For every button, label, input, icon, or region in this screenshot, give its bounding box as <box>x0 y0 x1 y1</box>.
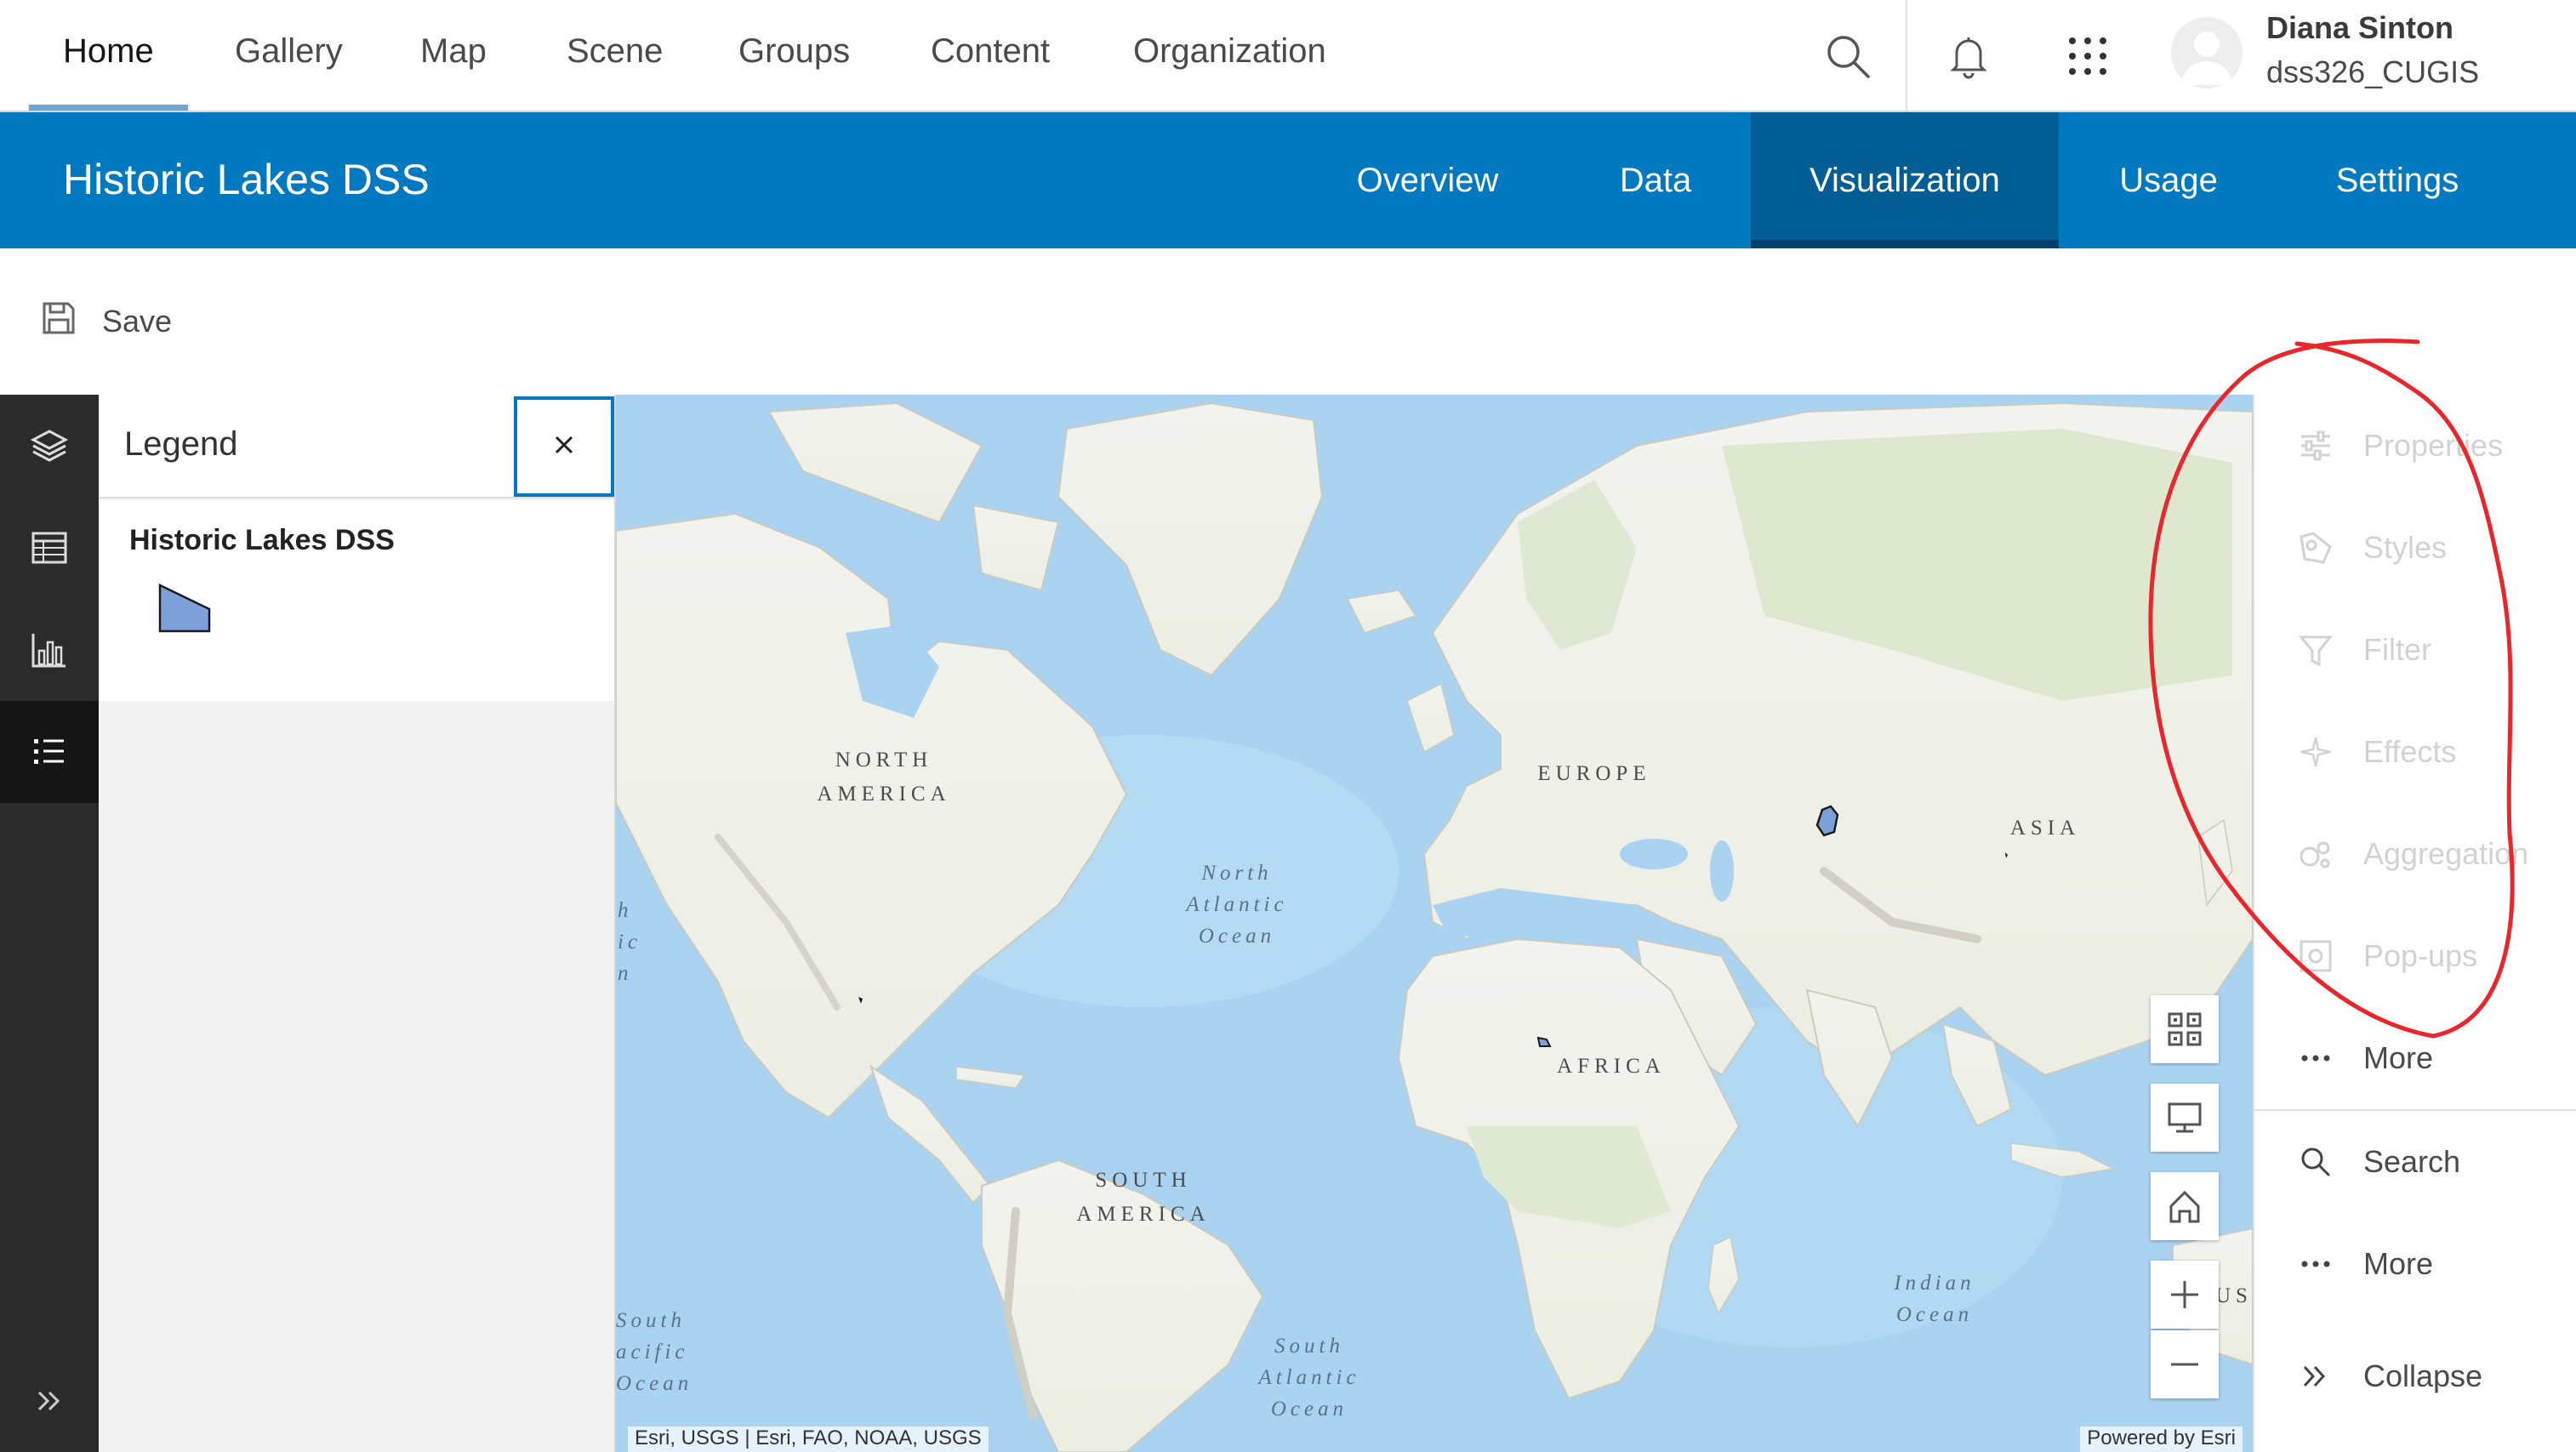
zoom-in-icon[interactable] <box>2151 1261 2219 1329</box>
filter-button[interactable]: Filter <box>2254 599 2576 701</box>
action-bar <box>0 395 99 1452</box>
search-button[interactable]: Search <box>2254 1111 2576 1213</box>
monitor-icon[interactable] <box>2151 1084 2219 1152</box>
effects-button[interactable]: Effects <box>2254 701 2576 803</box>
map-attribution: Esri, USGS | Esri, FAO, NOAA, USGS <box>628 1426 989 1452</box>
apps-grid-icon[interactable] <box>2049 17 2127 95</box>
legend-title: Legend <box>124 425 238 463</box>
filter-label: Filter <box>2363 632 2431 667</box>
aggregation-icon <box>2290 836 2341 872</box>
save-icon <box>41 300 77 344</box>
item-title: Historic Lakes DSS <box>63 156 430 203</box>
legend-content: Historic Lakes DSS <box>99 500 614 701</box>
double-chevron-right-icon <box>2290 1358 2341 1394</box>
tab-settings[interactable]: Settings <box>2314 112 2481 248</box>
legend-panel: Legend Historic Lakes DSS <box>99 395 616 1452</box>
settings-panel: Properties Styles Filter Effects Aggrega… <box>2253 395 2576 1452</box>
label-asia: ASIA <box>2009 817 2081 840</box>
label-north-america: NORTH AMERICA <box>817 749 951 806</box>
legend-list-icon[interactable] <box>0 701 99 803</box>
close-button[interactable] <box>514 396 614 497</box>
toolbar: Save <box>0 248 2576 395</box>
collapse-button[interactable]: Collapse <box>2254 1325 2576 1427</box>
popups-label: Pop-ups <box>2363 938 2478 973</box>
tab-overview[interactable]: Overview <box>1327 112 1528 248</box>
ellipsis-icon <box>2290 1246 2341 1282</box>
sparkle-icon <box>2290 734 2341 770</box>
label-australia-partial: US <box>2215 1284 2253 1307</box>
ellipsis-icon <box>2290 1040 2341 1076</box>
qr-grid-icon[interactable] <box>2151 995 2219 1063</box>
nav-content[interactable]: Content <box>931 0 1050 111</box>
label-africa: AFRICA <box>1557 1055 1666 1078</box>
search-icon[interactable] <box>1809 17 1887 95</box>
search-label: Search <box>2363 1144 2461 1179</box>
label-south-pacific-partial: South acific Ocean <box>616 1309 693 1395</box>
close-icon <box>553 434 575 460</box>
polygon-symbol-icon <box>157 582 213 639</box>
nav-separator <box>1906 0 1907 111</box>
avatar[interactable] <box>2171 17 2243 88</box>
bell-icon[interactable] <box>1929 17 2008 95</box>
popup-icon <box>2290 938 2341 974</box>
nav-organization[interactable]: Organization <box>1133 0 1326 111</box>
zoom-out-icon[interactable] <box>2151 1330 2219 1398</box>
nav-gallery[interactable]: Gallery <box>235 0 343 111</box>
legend-panel-header: Legend <box>99 395 614 498</box>
sliders-icon <box>2290 428 2341 464</box>
save-button[interactable]: Save <box>41 298 172 345</box>
save-label: Save <box>102 304 173 339</box>
map-view[interactable]: NORTH AMERICA EUROPE ASIA AFRICA SOUTH A… <box>616 395 2253 1452</box>
nav-scene[interactable]: Scene <box>567 0 663 111</box>
effects-label: Effects <box>2363 734 2457 769</box>
layer-more-button[interactable]: More <box>2254 1007 2576 1109</box>
tab-usage[interactable]: Usage <box>2079 112 2258 248</box>
user-username[interactable]: dss326_CUGIS <box>2266 54 2479 90</box>
chart-icon[interactable] <box>0 599 99 701</box>
layers-icon[interactable] <box>0 395 99 497</box>
styles-icon <box>2290 530 2341 566</box>
map-more-label: More <box>2363 1246 2434 1281</box>
label-indian-ocean: Indian Ocean <box>1894 1272 1975 1326</box>
legend-layer-name: Historic Lakes DSS <box>129 524 395 556</box>
label-south-atlantic: South Atlantic Ocean <box>1258 1335 1360 1421</box>
home-icon[interactable] <box>2151 1172 2219 1240</box>
nav-map[interactable]: Map <box>420 0 487 111</box>
properties-button[interactable]: Properties <box>2254 395 2576 497</box>
filter-icon <box>2290 632 2341 668</box>
table-icon[interactable] <box>0 497 99 599</box>
styles-button[interactable]: Styles <box>2254 497 2576 599</box>
layer-more-label: More <box>2363 1040 2434 1075</box>
collapse-label: Collapse <box>2363 1358 2483 1393</box>
tab-data[interactable]: Data <box>1584 112 1727 248</box>
double-chevron-right-icon[interactable] <box>0 1367 99 1435</box>
label-south-america: SOUTH AMERICA <box>1076 1169 1211 1226</box>
popups-button[interactable]: Pop-ups <box>2254 905 2576 1007</box>
styles-label: Styles <box>2363 530 2448 565</box>
item-header: Historic Lakes DSS Overview Data Visuali… <box>0 112 2576 248</box>
label-north-pacific-partial: h ic n <box>618 899 642 985</box>
aggregation-button[interactable]: Aggregation <box>2254 803 2576 905</box>
top-navigation: Home Gallery Map Scene Groups Content Or… <box>0 0 2576 112</box>
properties-label: Properties <box>2363 428 2504 463</box>
nav-home[interactable]: Home <box>29 0 188 111</box>
label-north-atlantic: North Atlantic Ocean <box>1186 862 1288 948</box>
label-europe: EUROPE <box>1537 762 1651 785</box>
search-icon <box>2290 1144 2341 1180</box>
tab-visualization[interactable]: Visualization <box>1751 112 2059 248</box>
user-display-name[interactable]: Diana Sinton <box>2266 10 2453 46</box>
powered-by-esri[interactable]: Powered by Esri <box>2080 1426 2243 1452</box>
aggregation-label: Aggregation <box>2363 836 2529 871</box>
nav-groups[interactable]: Groups <box>738 0 850 111</box>
map-more-button[interactable]: More <box>2254 1213 2576 1315</box>
